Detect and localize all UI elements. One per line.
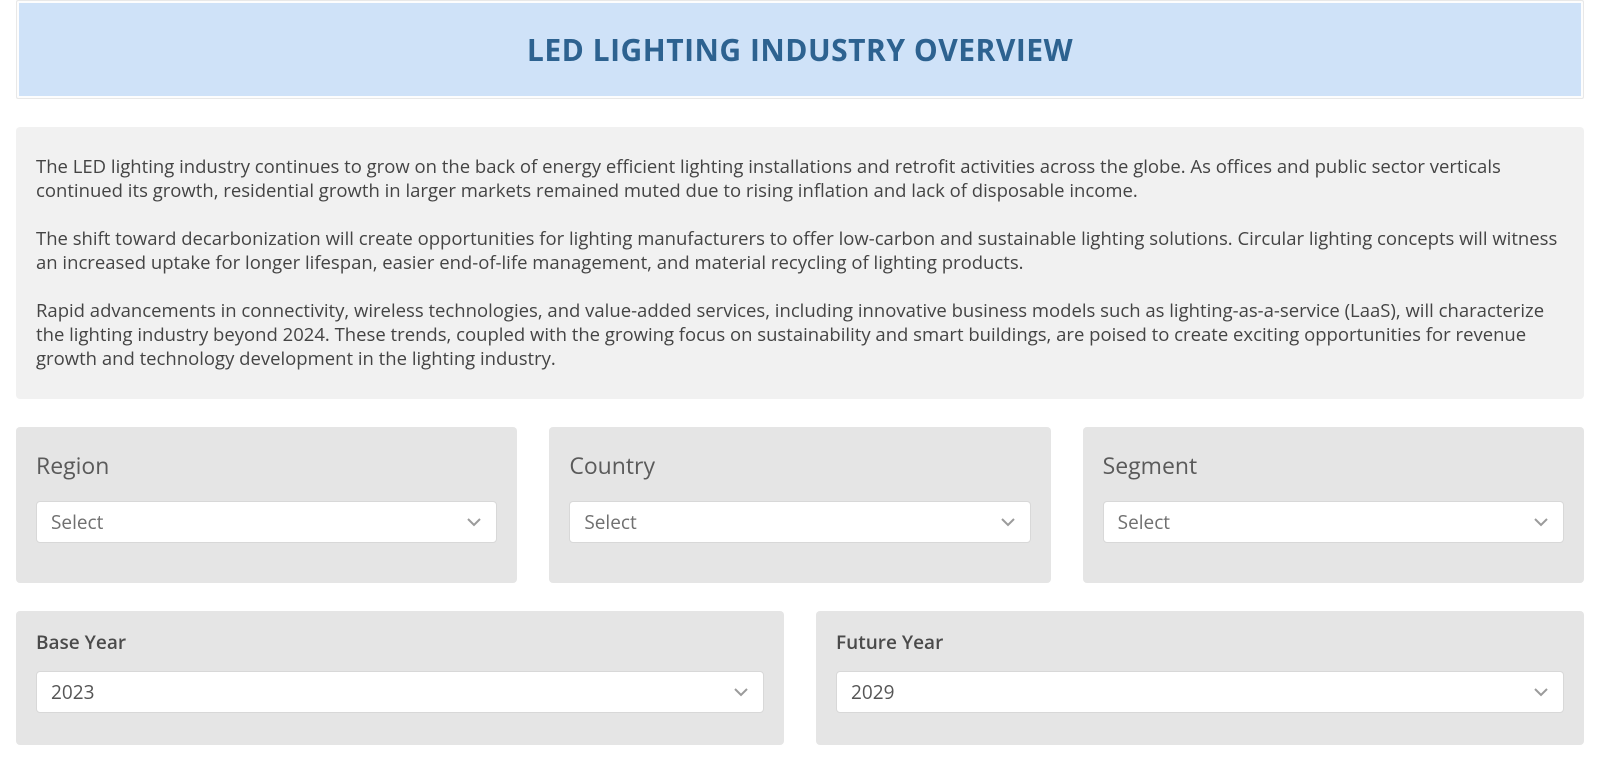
region-select-value: Select [51, 509, 466, 535]
overview-paragraph-3: Rapid advancements in connectivity, wire… [36, 299, 1564, 371]
chevron-down-icon [1000, 514, 1016, 530]
base-year-value: 2023 [51, 679, 733, 705]
page-title: LED LIGHTING INDUSTRY OVERVIEW [17, 29, 1583, 70]
future-year-card: Future Year 2029 [816, 611, 1584, 745]
future-year-select[interactable]: 2029 [836, 671, 1564, 713]
region-filter-card: Region Select [16, 427, 517, 583]
year-row: Base Year 2023 Future Year 2029 [16, 611, 1584, 745]
overview-paragraph-2: The shift toward decarbonization will cr… [36, 227, 1564, 275]
chevron-down-icon [733, 684, 749, 700]
overview-box: The LED lighting industry continues to g… [16, 127, 1584, 399]
chevron-down-icon [1533, 684, 1549, 700]
segment-filter-card: Segment Select [1083, 427, 1584, 583]
base-year-card: Base Year 2023 [16, 611, 784, 745]
country-filter-card: Country Select [549, 427, 1050, 583]
country-select[interactable]: Select [569, 501, 1030, 543]
segment-select-value: Select [1118, 509, 1533, 535]
base-year-select[interactable]: 2023 [36, 671, 764, 713]
segment-select[interactable]: Select [1103, 501, 1564, 543]
country-label: Country [569, 449, 1030, 481]
title-banner: LED LIGHTING INDUSTRY OVERVIEW [16, 0, 1584, 99]
overview-paragraph-1: The LED lighting industry continues to g… [36, 155, 1564, 203]
region-label: Region [36, 449, 497, 481]
base-year-label: Base Year [36, 629, 764, 655]
region-select[interactable]: Select [36, 501, 497, 543]
filter-row: Region Select Country Select Segment Sel… [16, 427, 1584, 583]
segment-label: Segment [1103, 449, 1564, 481]
future-year-label: Future Year [836, 629, 1564, 655]
chevron-down-icon [466, 514, 482, 530]
country-select-value: Select [584, 509, 999, 535]
chevron-down-icon [1533, 514, 1549, 530]
future-year-value: 2029 [851, 679, 1533, 705]
